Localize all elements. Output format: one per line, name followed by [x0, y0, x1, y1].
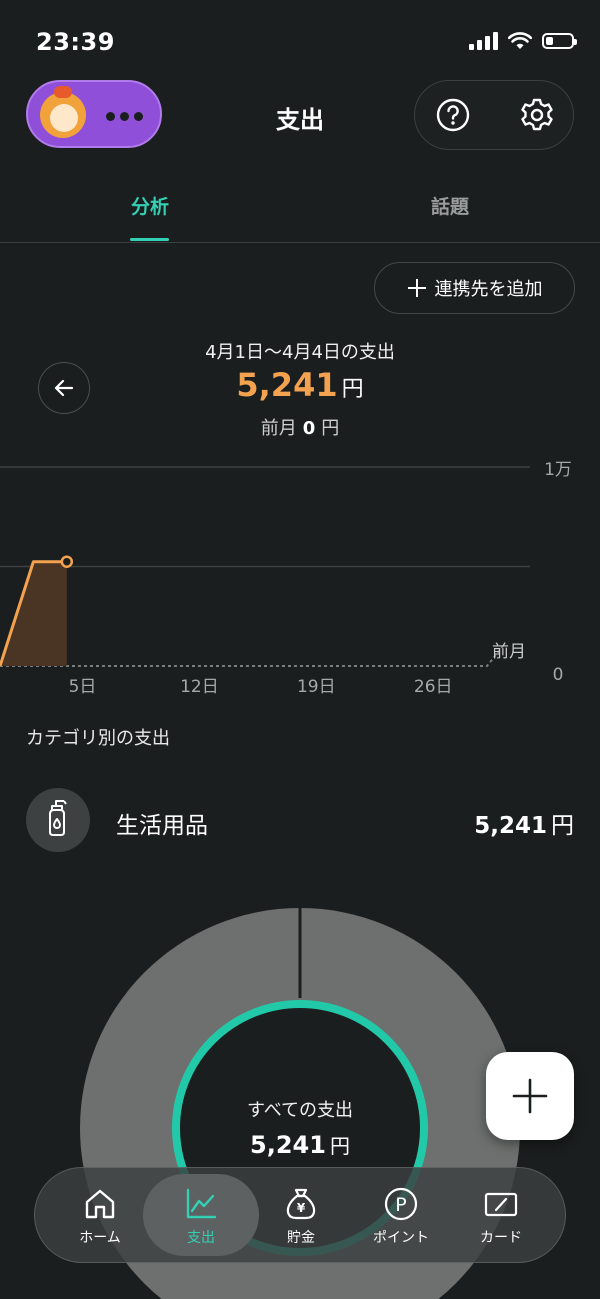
series-current-endpoint — [60, 555, 74, 568]
help-icon[interactable] — [433, 95, 473, 135]
signal-icon — [469, 32, 498, 50]
category-icon-circle — [26, 788, 90, 852]
gear-icon[interactable] — [517, 95, 557, 135]
total-amount: 5,241 円 — [0, 366, 600, 404]
total-amount-value: 5,241 — [236, 366, 338, 404]
period-label: 4月1日〜4月4日の支出 — [205, 342, 395, 363]
category-amount: 5,241 円 — [474, 806, 574, 840]
tab-analysis[interactable]: 分析 — [0, 192, 300, 219]
y-tick-label: 1万 — [544, 460, 572, 480]
donut-amount-value: 5,241 — [250, 1131, 326, 1159]
category-amount-value: 5,241 — [474, 813, 547, 839]
nav-card-label: カード — [480, 1230, 522, 1246]
header-actions — [414, 80, 574, 150]
series-current-area — [0, 561, 67, 666]
plus-icon — [407, 279, 426, 297]
tab-divider — [0, 242, 600, 243]
status-time: 23:39 — [36, 28, 115, 56]
nav-home-label: ホーム — [79, 1230, 121, 1246]
donut-amount-currency: 円 — [329, 1134, 350, 1158]
total-amount-currency: 円 — [341, 377, 364, 402]
svg-text:¥: ¥ — [297, 1201, 306, 1215]
bottom-nav: ホーム 支出 ¥ 貯金 P ポイント カード — [34, 1167, 566, 1263]
x-tick-label: 26日 — [414, 677, 453, 697]
previous-month-label: 前月 — [260, 418, 297, 439]
money-bag-icon: ¥ — [286, 1188, 316, 1220]
nav-card[interactable]: カード — [448, 1168, 554, 1264]
spending-chart: 1万 0 前月 5日 12日 19日 26日 — [0, 460, 572, 697]
category-section-title: カテゴリ別の支出 — [26, 728, 170, 749]
nav-savings-label: 貯金 — [287, 1230, 315, 1246]
x-tick-label: 12日 — [180, 677, 219, 697]
nav-expense-label: 支出 — [187, 1230, 215, 1246]
previous-month-currency: 円 — [321, 418, 340, 439]
wifi-icon — [508, 32, 532, 49]
previous-month: 前月 0 円 — [0, 414, 600, 440]
tab-topics[interactable]: 話題 — [300, 192, 600, 219]
series-previous-month — [0, 645, 504, 667]
detergent-bottle-icon — [49, 800, 67, 836]
card-icon — [484, 1192, 518, 1217]
plus-icon — [512, 1078, 548, 1114]
point-icon: P — [384, 1187, 418, 1221]
add-expense-button[interactable] — [486, 1052, 574, 1140]
nav-home[interactable]: ホーム — [47, 1168, 153, 1264]
nav-savings[interactable]: ¥ 貯金 — [248, 1168, 354, 1264]
category-row[interactable]: 生活用品 5,241 円 — [0, 788, 600, 854]
tab-analysis-label: 分析 — [130, 196, 169, 218]
battery-icon — [542, 33, 577, 49]
tab-indicator — [130, 238, 169, 241]
nav-expense[interactable]: 支出 — [148, 1168, 254, 1264]
x-tick-label: 19日 — [297, 677, 336, 697]
previous-month-value: 0 — [302, 418, 316, 439]
category-name: 生活用品 — [116, 813, 208, 839]
x-tick-label: 5日 — [69, 677, 97, 697]
nav-points-label: ポイント — [373, 1230, 429, 1246]
comparison-label: 前月 — [492, 642, 526, 662]
nav-points[interactable]: P ポイント — [348, 1168, 454, 1264]
home-icon — [85, 1189, 115, 1219]
status-icons — [469, 32, 577, 50]
add-link-label: 連携先を追加 — [434, 279, 543, 300]
category-amount-currency: 円 — [551, 813, 574, 839]
add-link-button[interactable]: 連携先を追加 — [374, 262, 575, 314]
trend-chart-icon — [186, 1188, 217, 1219]
svg-text:P: P — [395, 1194, 406, 1216]
y-tick-label: 0 — [553, 665, 564, 685]
